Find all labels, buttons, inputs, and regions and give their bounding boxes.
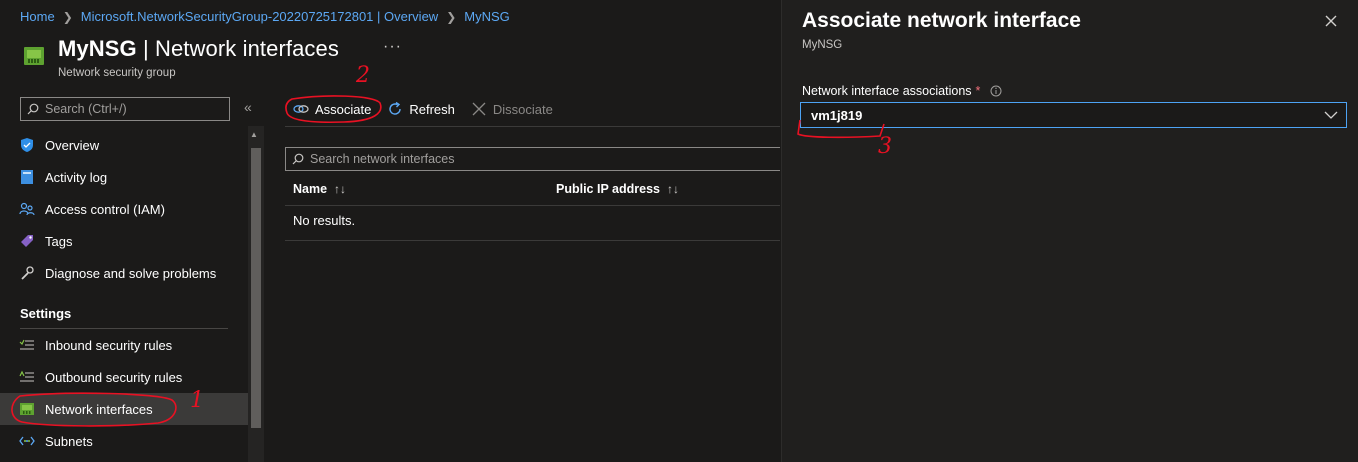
sidebar-item-overview[interactable]: Overview xyxy=(0,129,248,161)
panel-title: Associate network interface xyxy=(802,9,1081,32)
sort-icon[interactable]: ↑↓ xyxy=(667,182,679,196)
azure-portal: Home ❯ Microsoft.NetworkSecurityGroup-20… xyxy=(0,0,1358,462)
sidebar-item-tags[interactable]: Tags xyxy=(0,225,248,257)
sidebar-item-inbound-rules[interactable]: Inbound security rules xyxy=(0,329,248,361)
sidebar-nav: Overview Activity log Access control (IA… xyxy=(0,129,248,457)
network-interface-search-input[interactable]: Search network interfaces xyxy=(285,147,780,171)
search-icon xyxy=(27,103,39,115)
breadcrumb-deployment[interactable]: Microsoft.NetworkSecurityGroup-202207251… xyxy=(81,9,438,24)
subnet-icon xyxy=(18,432,36,450)
sidebar-item-label: Activity log xyxy=(45,169,108,185)
page-subtitle: Network security group xyxy=(58,67,176,79)
sidebar-item-label: Inbound security rules xyxy=(45,337,173,353)
info-icon[interactable] xyxy=(990,85,1002,97)
sidebar-search-placeholder: Search (Ctrl+/) xyxy=(45,102,127,116)
table-header: Name ↑↓ Public IP address ↑↓ xyxy=(285,172,780,206)
sidebar-scrollbar-thumb[interactable] xyxy=(251,148,261,428)
dissociate-button[interactable]: Dissociate xyxy=(471,101,553,117)
column-name-label: Name xyxy=(293,182,328,196)
activity-log-icon xyxy=(18,168,36,186)
breadcrumb-home[interactable]: Home xyxy=(20,9,55,24)
wrench-icon xyxy=(18,264,36,282)
network-interface-icon xyxy=(18,400,36,418)
collapse-sidebar-button[interactable]: « xyxy=(244,99,252,115)
sort-icon[interactable]: ↑↓ xyxy=(334,182,346,196)
associate-button[interactable]: Associate xyxy=(293,102,371,117)
network-interface-dropdown[interactable]: vm1j819 xyxy=(800,102,1347,128)
close-icon[interactable] xyxy=(1322,12,1340,30)
sidebar-item-activity-log[interactable]: Activity log xyxy=(0,161,248,193)
panel-subtitle: MyNSG xyxy=(802,39,843,51)
inbound-rules-icon xyxy=(18,336,36,354)
people-icon xyxy=(18,200,36,218)
dropdown-selected-value: vm1j819 xyxy=(811,107,863,123)
page-title-section: | Network interfaces xyxy=(136,36,339,61)
column-name[interactable]: Name ↑↓ xyxy=(293,182,346,196)
outbound-rules-icon xyxy=(18,368,36,386)
column-public-ip-label: Public IP address xyxy=(556,182,660,196)
sidebar-item-subnets[interactable]: Subnets xyxy=(0,425,248,457)
no-results-text: No results. xyxy=(293,213,356,228)
chevron-right-icon: ❯ xyxy=(446,9,457,24)
sidebar-item-diagnose[interactable]: Diagnose and solve problems xyxy=(0,257,248,289)
sidebar-item-label: Overview xyxy=(45,137,100,153)
more-options-icon[interactable]: ··· xyxy=(383,38,402,56)
required-mark: * xyxy=(975,84,981,98)
page-title: MyNSG | Network interfaces xyxy=(58,36,339,62)
chevron-right-icon: ❯ xyxy=(62,9,73,24)
filter-placeholder: Search network interfaces xyxy=(310,152,455,166)
shield-icon xyxy=(18,136,36,154)
sidebar-item-outbound-rules[interactable]: Outbound security rules xyxy=(0,361,248,393)
chevron-down-icon xyxy=(1324,111,1338,119)
sidebar-item-label: Network interfaces xyxy=(45,401,153,417)
breadcrumb: Home ❯ Microsoft.NetworkSecurityGroup-20… xyxy=(20,9,510,24)
link-icon xyxy=(293,103,309,115)
sidebar-item-access-control[interactable]: Access control (IAM) xyxy=(0,193,248,225)
command-bar-divider xyxy=(285,126,780,127)
sidebar-divider xyxy=(20,328,228,329)
column-public-ip[interactable]: Public IP address ↑↓ xyxy=(556,182,679,196)
network-interface-icon xyxy=(24,47,44,65)
sidebar-section-settings: Settings xyxy=(20,306,72,321)
sidebar-search-input[interactable]: Search (Ctrl+/) xyxy=(20,97,230,121)
associate-label: Associate xyxy=(315,101,372,117)
field-label-text: Network interface associations xyxy=(802,84,972,98)
search-icon xyxy=(292,153,304,165)
sidebar-item-label: Outbound security rules xyxy=(45,369,183,385)
sidebar-item-label: Diagnose and solve problems xyxy=(45,265,217,281)
sidebar-item-network-interfaces[interactable]: Network interfaces xyxy=(0,393,248,425)
refresh-button[interactable]: Refresh xyxy=(387,101,455,117)
annotation-number-two: 2 xyxy=(356,63,370,88)
close-icon xyxy=(471,101,487,117)
sidebar-item-label: Tags xyxy=(45,233,73,249)
dissociate-label: Dissociate xyxy=(492,101,553,117)
sidebar-item-label: Subnets xyxy=(45,433,93,449)
breadcrumb-nsg[interactable]: MyNSG xyxy=(464,9,510,24)
page-title-resource: MyNSG xyxy=(58,36,137,61)
command-bar: Associate Refresh Dissociate xyxy=(285,96,569,122)
tag-icon xyxy=(18,232,36,250)
refresh-label: Refresh xyxy=(409,101,455,117)
sidebar-item-label: Access control (IAM) xyxy=(45,201,165,217)
field-label: Network interface associations * xyxy=(802,84,1002,98)
scroll-up-arrow-icon[interactable]: ▲ xyxy=(250,130,258,139)
table-row: No results. xyxy=(285,207,780,241)
associate-panel: Associate network interface MyNSG Networ… xyxy=(781,0,1358,462)
refresh-icon xyxy=(387,101,403,117)
